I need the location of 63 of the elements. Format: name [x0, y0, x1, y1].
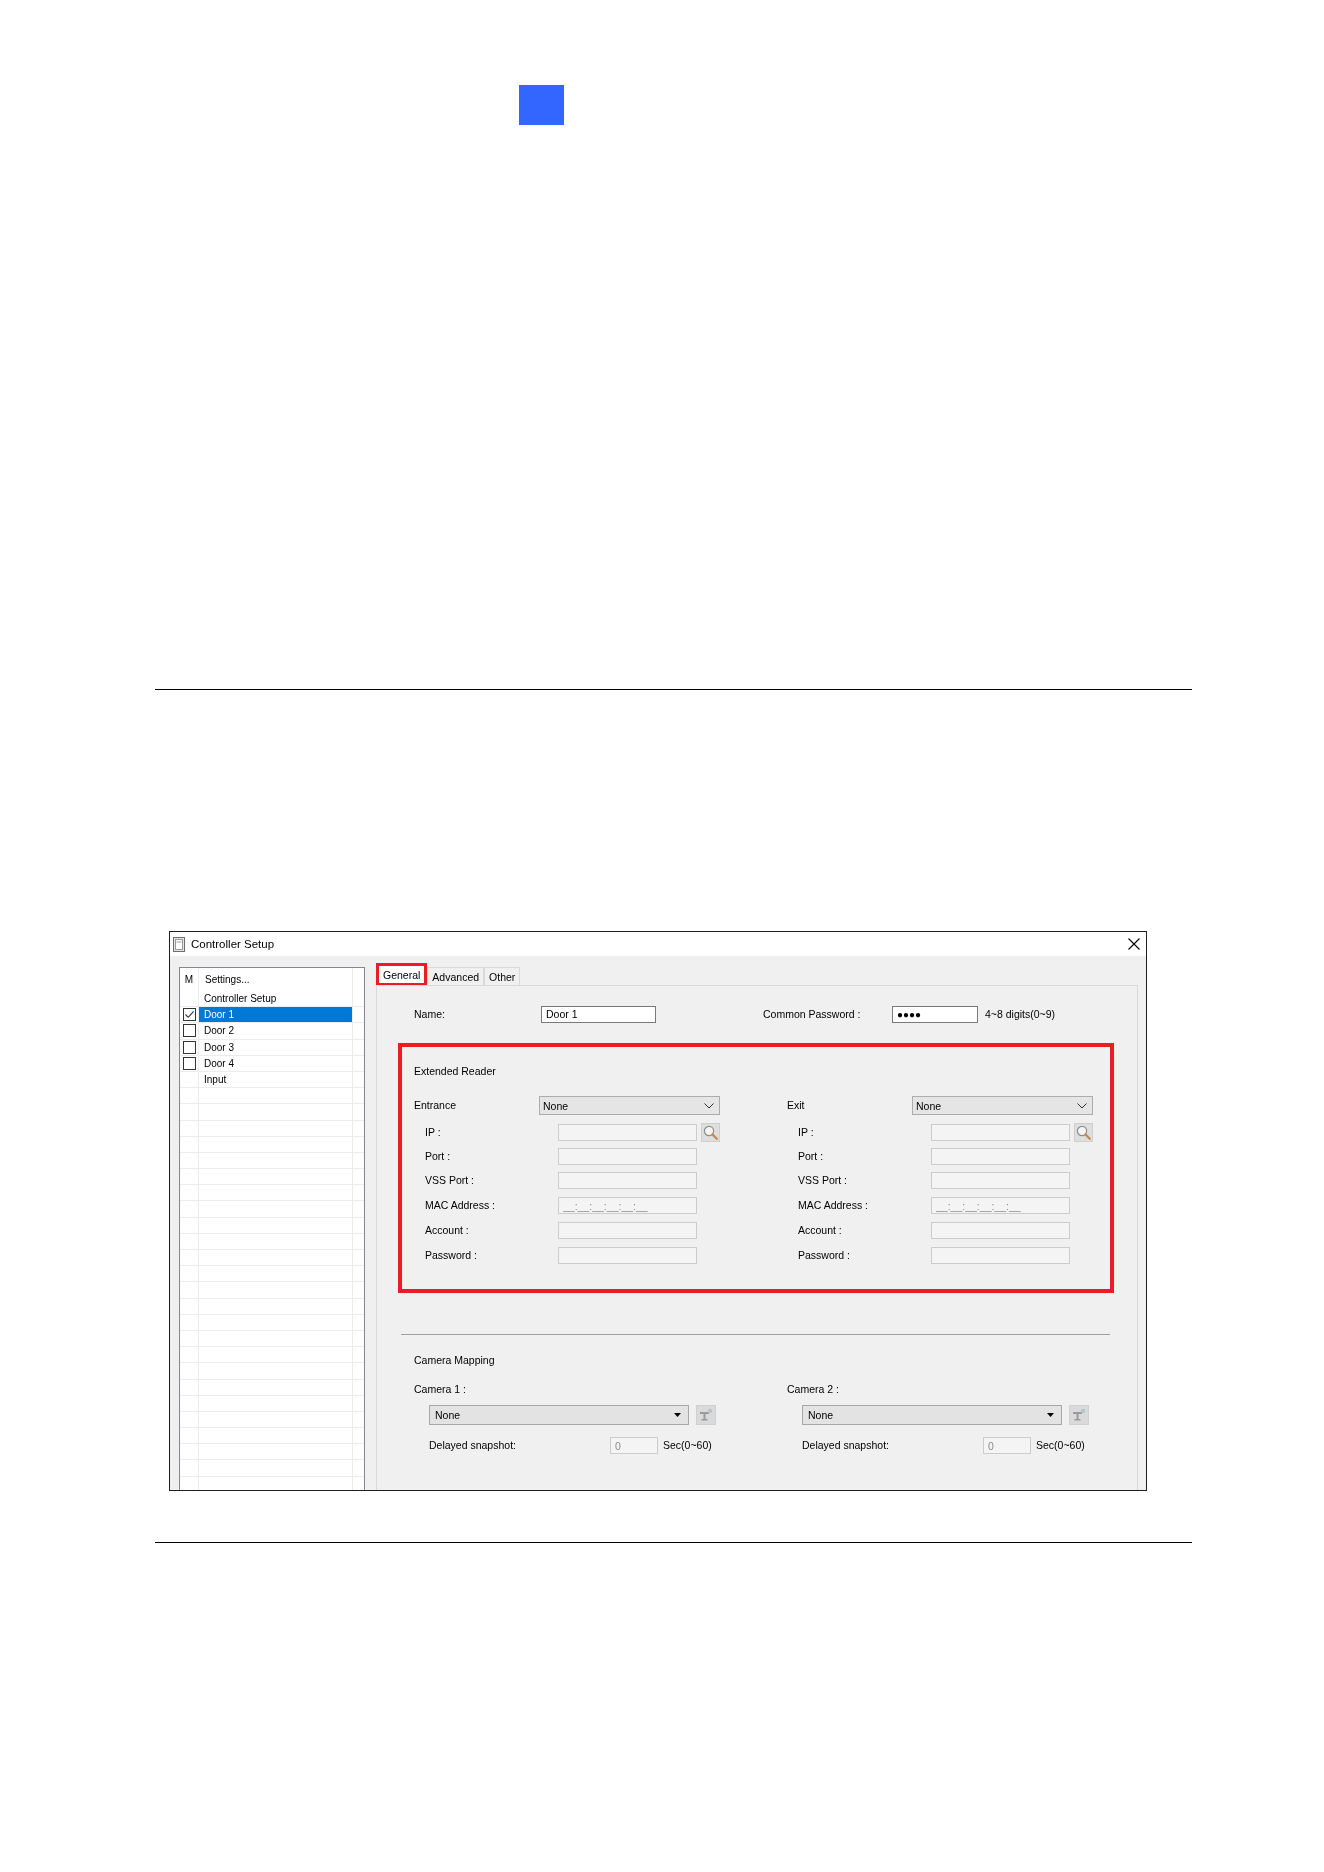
document-icon: [173, 936, 185, 952]
field-label: Account :: [798, 1224, 842, 1237]
t-shape-icon: [699, 1408, 713, 1422]
field-label: MAC Address :: [798, 1199, 869, 1213]
field-label: Password :: [425, 1248, 477, 1262]
section-title: Extended Reader: [414, 1065, 496, 1077]
field-label: Account :: [425, 1224, 469, 1237]
field-label: Password :: [798, 1248, 850, 1262]
close-icon: [1128, 938, 1140, 950]
camera-label: Camera 2 :: [787, 1383, 839, 1396]
unit-label: Sec(0~60): [663, 1439, 712, 1452]
field-label: VSS Port :: [798, 1174, 848, 1188]
section-title: Camera Mapping: [414, 1354, 495, 1366]
field-label: IP :: [798, 1125, 814, 1139]
caret-down-icon: [1047, 1413, 1054, 1417]
close-button[interactable]: [1128, 938, 1140, 950]
checkbox[interactable]: [182, 1056, 196, 1070]
field-label: IP :: [425, 1125, 441, 1139]
column-header: M: [180, 968, 199, 991]
search-icon: [1076, 1124, 1091, 1140]
name-input[interactable]: Door 1: [541, 1005, 656, 1023]
snapshot-label: Delayed snapshot:: [802, 1439, 889, 1452]
chevron-down-icon: [704, 1102, 714, 1109]
field-label: Port :: [425, 1149, 451, 1163]
camera-label: Camera 1 :: [414, 1383, 466, 1396]
search-button[interactable]: [701, 1122, 720, 1142]
dropdown[interactable]: None: [802, 1405, 1062, 1425]
sidebar-item[interactable]: Door 1: [199, 1007, 353, 1023]
dropdown[interactable]: None: [912, 1096, 1093, 1115]
name-label: Name:: [414, 1007, 445, 1021]
password-label: Common Password :: [763, 1007, 861, 1021]
field-label: MAC Address :: [425, 1199, 496, 1213]
chapter-marker: [519, 85, 564, 125]
t-shape-icon: [1072, 1408, 1086, 1422]
column-header: Settings...: [199, 968, 353, 991]
dropdown[interactable]: None: [429, 1405, 689, 1425]
field-label: Port :: [798, 1149, 824, 1163]
tab[interactable]: Advanced: [427, 967, 485, 985]
reader-label: Entrance: [414, 1099, 457, 1112]
unit-label: Sec(0~60): [1036, 1439, 1085, 1452]
tab[interactable]: General: [376, 963, 428, 986]
sidebar-item[interactable]: Door 2: [199, 1023, 353, 1039]
caret-down-icon: [674, 1413, 681, 1417]
checkbox[interactable]: [182, 1040, 196, 1054]
password-input[interactable]: ●●●●: [892, 1005, 978, 1023]
sidebar-item[interactable]: Door 4: [199, 1055, 353, 1071]
tab[interactable]: Other: [484, 967, 521, 985]
snapshot-label: Delayed snapshot:: [429, 1439, 516, 1452]
search-button[interactable]: [1074, 1122, 1093, 1142]
checkbox[interactable]: [182, 1024, 196, 1038]
reader-label: Exit: [787, 1099, 805, 1112]
sidebar-item[interactable]: Input: [199, 1071, 353, 1088]
sidebar-item[interactable]: Controller Setup: [199, 991, 353, 1007]
checkbox[interactable]: [182, 1008, 196, 1022]
sidebar-item[interactable]: Door 3: [199, 1039, 353, 1055]
camera-settings-button[interactable]: [696, 1405, 716, 1425]
password-hint: 4~8 digits(0~9): [985, 1007, 1056, 1021]
camera-settings-button[interactable]: [1069, 1405, 1089, 1425]
search-icon: [703, 1124, 718, 1140]
field-label: VSS Port :: [425, 1174, 475, 1188]
chevron-down-icon: [1077, 1102, 1087, 1109]
window-title: Controller Setup: [191, 937, 275, 951]
dropdown[interactable]: None: [539, 1096, 720, 1115]
